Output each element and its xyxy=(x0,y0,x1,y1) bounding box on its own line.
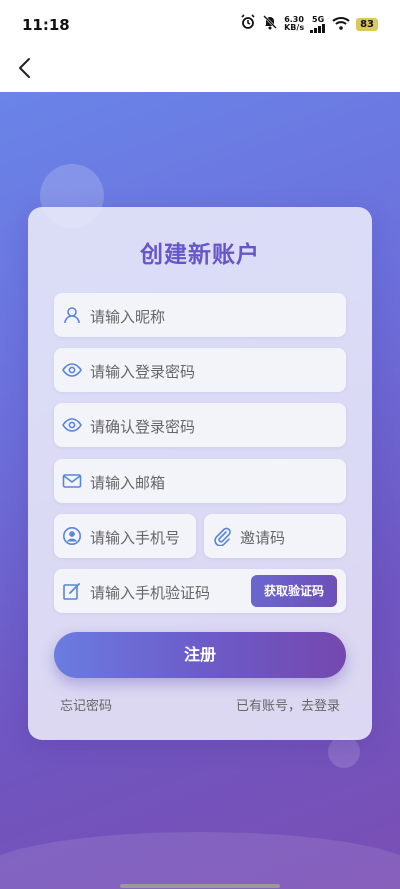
confirm-password-placeholder: 请确认登录密码 xyxy=(90,418,196,436)
register-card: 创建新账户 请输入昵称 请输入登录密码 请确认登录密码 请输入邮箱 请输入手机号… xyxy=(28,207,372,740)
confirm-password-field[interactable]: 请确认登录密码 xyxy=(54,403,346,447)
eye-icon xyxy=(62,418,82,432)
network-speed: 6.30 KB/s xyxy=(284,16,304,32)
decorative-wave xyxy=(0,832,400,889)
battery-indicator: 83 xyxy=(356,17,378,31)
password-field[interactable]: 请输入登录密码 xyxy=(54,348,346,392)
wifi-icon xyxy=(332,15,350,34)
sms-code-field[interactable]: 请输入手机验证码 获取验证码 xyxy=(54,569,346,613)
user-icon xyxy=(64,307,80,324)
nav-bar xyxy=(0,48,400,92)
alarm-icon xyxy=(240,14,256,34)
phone-field[interactable]: 请输入手机号 xyxy=(54,514,196,558)
status-icons: 6.30 KB/s 5G 83 xyxy=(240,14,378,34)
network-type: 5G xyxy=(312,15,325,24)
mail-icon xyxy=(62,474,82,488)
mute-bell-icon xyxy=(262,14,278,34)
phone-placeholder: 请输入手机号 xyxy=(90,529,181,547)
status-bar: 11:18 6.30 KB/s 5G 83 xyxy=(0,0,400,48)
home-indicator xyxy=(120,884,280,888)
forgot-password-link[interactable]: 忘记密码 xyxy=(60,695,112,714)
nickname-field[interactable]: 请输入昵称 xyxy=(54,293,346,337)
email-placeholder: 请输入邮箱 xyxy=(90,474,166,492)
eye-icon xyxy=(62,363,82,377)
invite-code-placeholder: 邀请码 xyxy=(240,529,286,547)
register-button[interactable]: 注册 xyxy=(54,632,346,678)
email-field[interactable]: 请输入邮箱 xyxy=(54,459,346,503)
page-title: 创建新账户 xyxy=(140,242,260,268)
edit-icon xyxy=(63,583,80,600)
signal-icon xyxy=(310,24,326,33)
status-time: 11:18 xyxy=(22,16,70,34)
back-button[interactable] xyxy=(14,56,38,80)
login-link[interactable]: 已有账号，去登录 xyxy=(236,695,340,714)
password-placeholder: 请输入登录密码 xyxy=(90,363,196,381)
sms-code-placeholder: 请输入手机验证码 xyxy=(90,584,211,602)
user-circle-icon xyxy=(63,527,81,545)
nickname-placeholder: 请输入昵称 xyxy=(90,308,166,326)
cellular-signal: 5G xyxy=(310,15,326,33)
invite-code-field[interactable]: 邀请码 xyxy=(204,514,346,558)
chevron-left-icon xyxy=(19,58,30,78)
network-speed-unit: KB/s xyxy=(284,23,305,32)
get-code-button[interactable]: 获取验证码 xyxy=(251,575,337,607)
paperclip-icon xyxy=(214,527,231,546)
decorative-bubble xyxy=(328,736,360,768)
